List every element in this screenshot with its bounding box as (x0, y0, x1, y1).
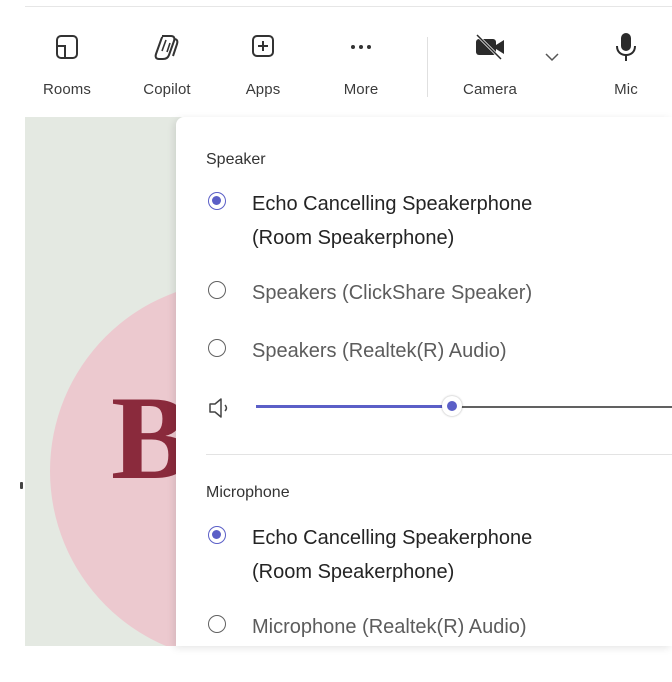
microphone-option-realtek[interactable]: Microphone (Realtek(R) Audio) (206, 613, 646, 643)
volume-slider-thumb[interactable] (442, 396, 463, 416)
edge-marker (20, 482, 23, 489)
volume-slider-fill (256, 405, 453, 408)
label-line-2: (Room Speakerphone) (252, 227, 455, 249)
apps-add-icon (252, 35, 274, 57)
speaker-option-realtek[interactable]: Speakers (Realtek(R) Audio) (206, 337, 646, 367)
speaker-option-label: Speakers (Realtek(R) Audio) (252, 340, 507, 362)
apps-label: Apps (245, 81, 281, 98)
more-label: More (343, 81, 379, 98)
radio-selected[interactable] (208, 192, 226, 210)
speaker-option-label: Echo Cancelling Speakerphone (Room Speak… (252, 187, 532, 255)
radio-selected[interactable] (208, 526, 226, 544)
camera-label: Camera (463, 81, 517, 98)
speaker-volume-icon (209, 398, 228, 418)
copilot-label: Copilot (143, 81, 191, 98)
rooms-icon (56, 35, 78, 59)
radio-unselected[interactable] (208, 281, 226, 299)
mic-button[interactable]: Mic (590, 7, 662, 117)
more-button[interactable]: More (319, 7, 403, 117)
apps-button[interactable]: Apps (221, 7, 305, 117)
microphone-option-label: Echo Cancelling Speakerphone (Room Speak… (252, 521, 532, 589)
speaker-option-echo-cancelling[interactable]: Echo Cancelling Speakerphone (Room Speak… (206, 190, 646, 252)
toolbar-divider (427, 37, 428, 97)
left-margin (0, 0, 25, 682)
mic-label: Mic (614, 81, 638, 98)
microphone-section-title: Microphone (206, 484, 290, 501)
bottom-area (0, 646, 672, 682)
microphone-icon (616, 33, 636, 61)
meeting-toolbar: Rooms Copilot Apps More Camera Mic (25, 6, 672, 117)
microphone-option-label: Microphone (Realtek(R) Audio) (252, 616, 527, 638)
rooms-label: Rooms (42, 81, 91, 98)
label-line-1: Echo Cancelling Speakerphone (252, 527, 533, 549)
label-line-1: Echo Cancelling Speakerphone (252, 193, 533, 215)
camera-button[interactable]: Camera (445, 7, 535, 117)
camera-options-button[interactable] (537, 7, 567, 117)
copilot-button[interactable]: Copilot (125, 7, 209, 117)
speaker-section-title: Speaker (206, 151, 266, 168)
speaker-option-clickshare[interactable]: Speakers (ClickShare Speaker) (206, 279, 646, 309)
camera-off-icon (475, 33, 504, 61)
radio-unselected[interactable] (208, 615, 226, 633)
chevron-down-icon (545, 53, 559, 62)
microphone-option-echo-cancelling[interactable]: Echo Cancelling Speakerphone (Room Speak… (206, 524, 646, 586)
rooms-button[interactable]: Rooms (25, 7, 109, 117)
speaker-volume-row (206, 394, 672, 424)
section-divider (206, 454, 672, 455)
more-ellipsis-icon (351, 45, 371, 49)
copilot-icon (154, 35, 179, 60)
audio-device-flyout: Speaker Echo Cancelling Speakerphone (Ro… (176, 117, 672, 646)
speaker-option-label: Speakers (ClickShare Speaker) (252, 282, 533, 304)
radio-unselected[interactable] (208, 339, 226, 357)
label-line-2: (Room Speakerphone) (252, 561, 455, 583)
